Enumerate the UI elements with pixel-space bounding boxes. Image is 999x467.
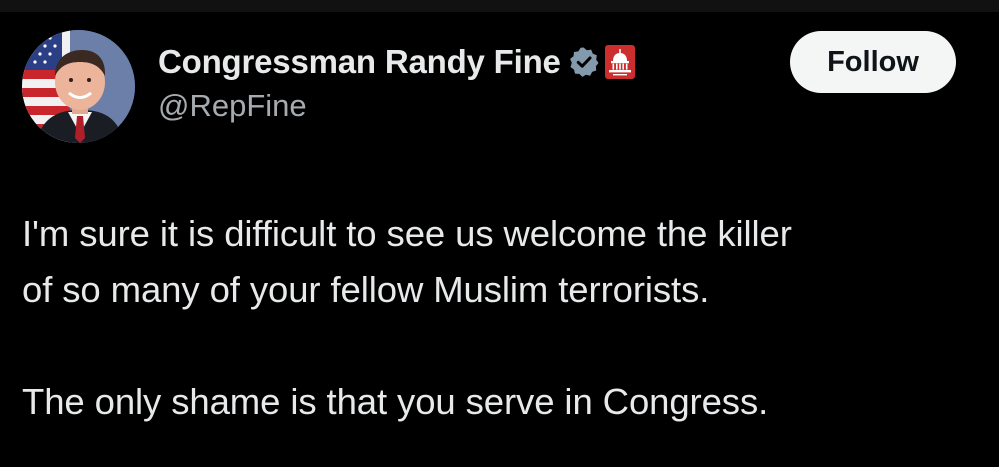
avatar-image [22,30,135,143]
tweet-text-line: I'm sure it is difficult to see us welco… [22,213,792,254]
author-name-row: Congressman Randy Fine [158,40,635,84]
tweet-text-line: of so many of your fellow Muslim terrori… [22,269,710,310]
top-strip [0,0,999,12]
tweet-text: I'm sure it is difficult to see us welco… [22,206,982,430]
paragraph-break [22,318,982,374]
verified-badge-icon[interactable] [569,47,599,77]
author-display-name[interactable]: Congressman Randy Fine [158,43,561,81]
author-handle[interactable]: @RepFine [158,88,307,124]
us-capitol-affiliation-icon[interactable] [604,45,635,79]
follow-button[interactable]: Follow [790,31,956,93]
tweet-text-line: The only shame is that you serve in Cong… [22,381,769,422]
author-avatar[interactable] [22,30,135,143]
